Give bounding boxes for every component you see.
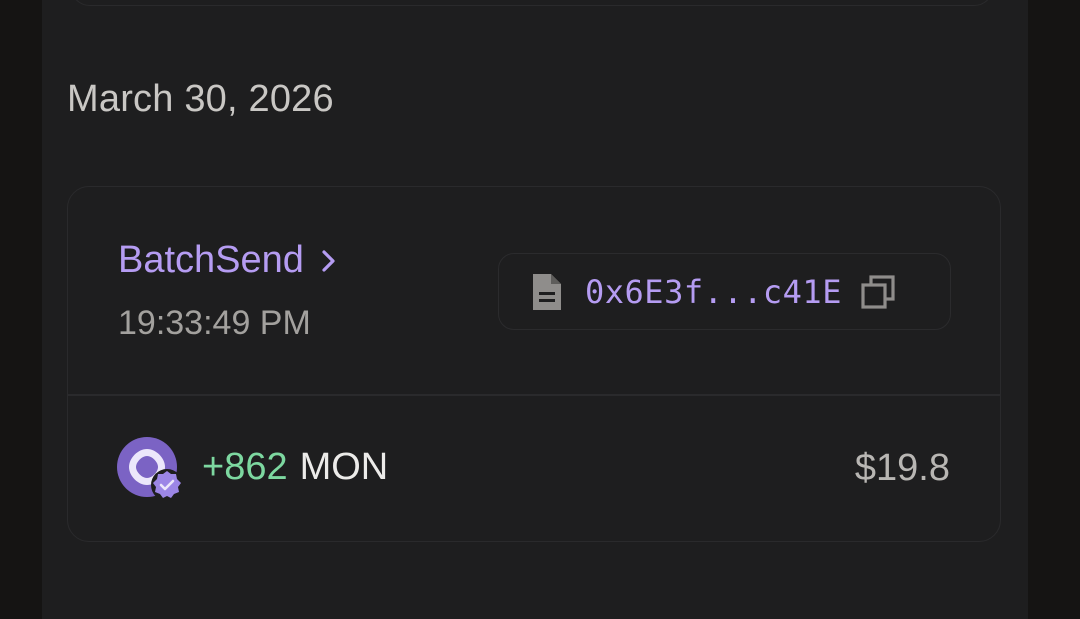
chevron-right-icon	[320, 248, 338, 274]
verified-badge-icon	[150, 468, 184, 502]
token-transfer-row: +862 MON	[116, 436, 389, 501]
method-link[interactable]: BatchSend	[118, 239, 338, 282]
token-amount: +862	[202, 445, 288, 488]
copy-icon[interactable]	[860, 274, 896, 310]
previous-transaction-card[interactable]	[70, 0, 994, 6]
transaction-hash: 0x6E3f...c41E	[585, 272, 842, 311]
date-heading: March 30, 2026	[67, 78, 334, 120]
transaction-card[interactable]: BatchSend 19:33:49 PM 0x6E3f...c41E +862…	[67, 186, 1001, 542]
method-label: BatchSend	[118, 239, 304, 281]
card-divider	[68, 394, 1000, 396]
usd-value: $19.8	[854, 447, 950, 489]
monad-token-icon	[116, 436, 183, 501]
transaction-time: 19:33:49 PM	[118, 304, 311, 342]
token-symbol: MON	[299, 445, 389, 488]
document-icon	[531, 272, 563, 312]
transaction-hash-pill[interactable]: 0x6E3f...c41E	[498, 253, 951, 330]
